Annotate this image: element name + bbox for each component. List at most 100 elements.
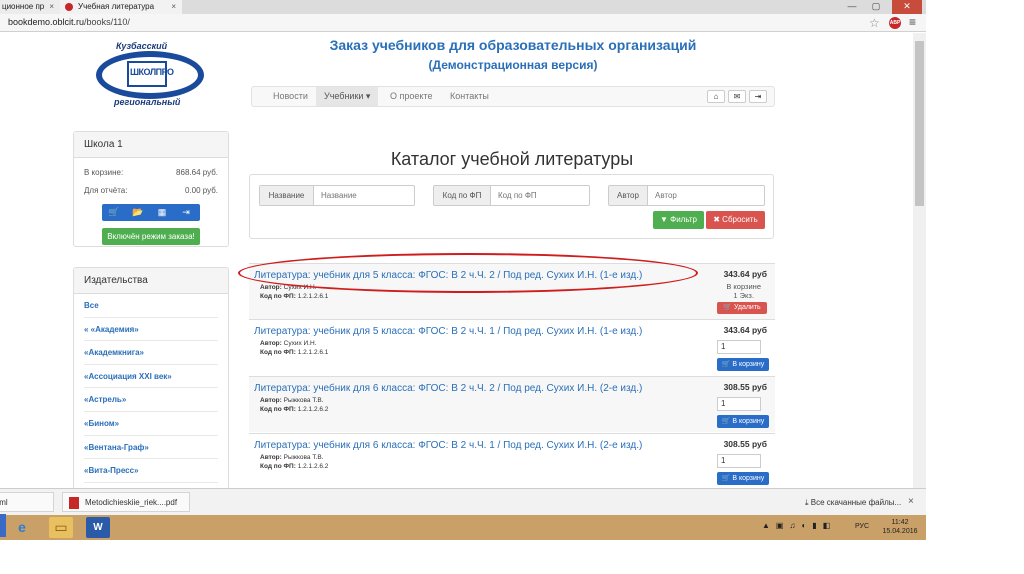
tab-label: ционное пр bbox=[2, 2, 45, 11]
maximize-icon[interactable]: ▢ bbox=[866, 0, 886, 14]
author-filter-input[interactable] bbox=[648, 186, 764, 205]
publisher-item[interactable]: «Вита-Пресс» bbox=[84, 459, 218, 483]
code-filter-group: Код по ФП bbox=[433, 185, 590, 206]
download-item-pdf[interactable]: Metodichieskiie_riek....pdf bbox=[62, 492, 190, 512]
book-price: 308.55 руб bbox=[723, 439, 767, 449]
book-code: Код по ФП: 1.2.1.2.6.2 bbox=[260, 406, 328, 413]
author-label: Автор: bbox=[260, 284, 282, 291]
logout-icon[interactable]: ⇥ bbox=[174, 204, 198, 221]
code-label: Код по ФП: bbox=[260, 406, 296, 413]
nav-news[interactable]: Новости bbox=[265, 87, 316, 106]
internet-explorer-icon[interactable]: e bbox=[10, 517, 34, 538]
publisher-item[interactable]: «Ассоциация XXI век» bbox=[84, 365, 218, 389]
filter-button[interactable]: ▼ Фильтр bbox=[653, 211, 704, 229]
cart-icon[interactable]: 🛒 bbox=[102, 204, 126, 221]
main-navbar: Новости Учебники ▾ О проекте Контакты ⌂ … bbox=[251, 86, 775, 107]
all-downloads-label: Все скачанные файлы... bbox=[810, 498, 902, 507]
logout-icon[interactable]: ⇥ bbox=[749, 90, 767, 103]
school-panel: Школа 1 В корзине: 868.64 руб. Для отчёта… bbox=[73, 131, 229, 247]
code-value: 1.2.1.2.6.2 bbox=[297, 406, 329, 413]
book-code: Код по ФП: 1.2.1.2.6.1 bbox=[260, 349, 328, 356]
code-filter-input[interactable] bbox=[491, 186, 589, 205]
page-scrollbar[interactable] bbox=[913, 33, 926, 488]
quantity-input[interactable]: 1 bbox=[717, 454, 761, 468]
book-author: Автор: Сухих И.Н. bbox=[260, 340, 316, 347]
title-filter-group: Название bbox=[259, 185, 415, 206]
folder-open-icon[interactable]: 📂 bbox=[126, 204, 150, 221]
url-path: /books/110/ bbox=[84, 17, 130, 27]
author-value: Рыжкова Т.В. bbox=[283, 397, 324, 404]
clock-date: 15.04.2016 bbox=[882, 528, 918, 535]
minimize-icon[interactable]: — bbox=[842, 0, 862, 14]
clock-time: 11:42 bbox=[891, 519, 909, 526]
address-bar[interactable]: bookdemo.oblcit.ru/books/110/ ☆ ABP ≡ bbox=[0, 14, 926, 32]
nav-about[interactable]: О проекте bbox=[382, 87, 440, 106]
publishers-panel: Издательства Все « «Академия» «Академкни… bbox=[73, 267, 229, 488]
book-row: Литература: учебник для 5 класса: ФГОС: … bbox=[249, 319, 775, 375]
report-icon[interactable]: ▦ bbox=[150, 204, 174, 221]
clock[interactable]: 11:42 15.04.2016 bbox=[878, 518, 922, 536]
web-page: ШКОЛПРО Кузбасский региональный Заказ уч… bbox=[0, 33, 912, 488]
publisher-item[interactable]: « «Академия» bbox=[84, 318, 218, 342]
download-item[interactable]: tml bbox=[0, 492, 54, 512]
logo-middle-text: ШКОЛПРО bbox=[130, 67, 174, 77]
book-row: Литература: учебник для 6 класса: ФГОС: … bbox=[249, 433, 775, 488]
close-downloads-icon[interactable]: × bbox=[908, 496, 914, 507]
quantity-input[interactable]: 1 bbox=[717, 340, 761, 354]
browser-tab-active[interactable]: Учебная литература × bbox=[60, 0, 182, 14]
adblock-icon[interactable]: ABP bbox=[889, 17, 901, 29]
window-close-icon[interactable]: ✕ bbox=[892, 0, 922, 14]
nav-contacts[interactable]: Контакты bbox=[442, 87, 497, 106]
site-logo[interactable]: ШКОЛПРО Кузбасский региональный bbox=[94, 41, 206, 109]
book-title-link[interactable]: Литература: учебник для 6 класса: ФГОС: … bbox=[254, 383, 694, 394]
scrollbar-thumb[interactable] bbox=[915, 41, 924, 206]
add-to-cart-button[interactable]: 🛒 В корзину bbox=[717, 415, 769, 428]
browser-tab-bar: ционное пр × Учебная литература × — ▢ ✕ bbox=[0, 0, 926, 14]
author-filter-label: Автор bbox=[609, 186, 648, 205]
quantity-input[interactable]: 1 bbox=[717, 397, 761, 411]
publisher-item[interactable]: «Вентана-Граф» bbox=[84, 436, 218, 460]
tab-close-icon[interactable]: × bbox=[49, 0, 54, 14]
publisher-item[interactable]: Все bbox=[84, 294, 218, 318]
in-cart-qty: 1 Экз. bbox=[733, 291, 754, 300]
browser-menu-icon[interactable]: ≡ bbox=[909, 15, 916, 29]
book-title-link[interactable]: Литература: учебник для 5 класса: ФГОС: … bbox=[254, 326, 694, 337]
publisher-item[interactable]: «Бином» bbox=[84, 412, 218, 436]
all-downloads-link[interactable]: ⤓ Все скачанные файлы... bbox=[805, 498, 901, 508]
title-filter-label: Название bbox=[260, 186, 314, 205]
book-title-link[interactable]: Литература: учебник для 6 класса: ФГОС: … bbox=[254, 440, 694, 451]
publisher-item[interactable]: «Астрель» bbox=[84, 388, 218, 412]
title-filter-input[interactable] bbox=[314, 186, 414, 205]
author-label: Автор: bbox=[260, 340, 282, 347]
url-text[interactable]: bookdemo.oblcit.ru/books/110/ bbox=[8, 17, 130, 27]
code-value: 1.2.1.2.6.1 bbox=[297, 349, 329, 356]
url-host: bookdemo.oblcit.ru bbox=[8, 17, 85, 27]
reset-button[interactable]: ✖ Сбросить bbox=[706, 211, 765, 229]
file-explorer-icon[interactable]: ▭ bbox=[49, 517, 73, 538]
cart-total-value: 868.64 руб. bbox=[176, 168, 218, 177]
author-value: Сухих И.Н. bbox=[283, 340, 317, 347]
nav-textbooks-dropdown[interactable]: Учебники ▾ bbox=[316, 87, 379, 106]
report-total-value: 0.00 руб. bbox=[184, 186, 218, 195]
publisher-item[interactable]: «Академкнига» bbox=[84, 341, 218, 365]
start-edge[interactable] bbox=[0, 514, 6, 537]
book-price: 308.55 руб bbox=[723, 382, 767, 392]
school-title: Школа 1 bbox=[74, 132, 228, 158]
system-tray-icons[interactable]: ▲▣♫◐▮◧ bbox=[762, 521, 836, 530]
order-mode-button[interactable]: Включён режим заказа! bbox=[102, 228, 200, 245]
add-to-cart-button[interactable]: 🛒 В корзину bbox=[717, 358, 769, 371]
cart-total-label: В корзине: bbox=[84, 168, 124, 177]
add-to-cart-button[interactable]: 🛒 В корзину bbox=[717, 472, 769, 485]
remove-from-cart-button[interactable]: 🛒 Удалить bbox=[717, 302, 767, 314]
book-row: Литература: учебник для 6 класса: ФГОС: … bbox=[249, 376, 775, 432]
author-label: Автор: bbox=[260, 397, 282, 404]
bookmark-star-icon[interactable]: ☆ bbox=[869, 16, 880, 30]
school-button-group: 🛒 📂 ▦ ⇥ bbox=[102, 204, 200, 221]
home-icon[interactable]: ⌂ bbox=[707, 90, 725, 103]
mail-icon[interactable]: ✉ bbox=[728, 90, 746, 103]
word-icon[interactable]: W bbox=[86, 517, 110, 538]
tab-close-icon[interactable]: × bbox=[171, 0, 176, 14]
language-indicator[interactable]: РУС bbox=[855, 523, 869, 530]
browser-tab[interactable]: ционное пр × bbox=[0, 0, 60, 14]
red-highlight-annotation bbox=[238, 253, 698, 293]
